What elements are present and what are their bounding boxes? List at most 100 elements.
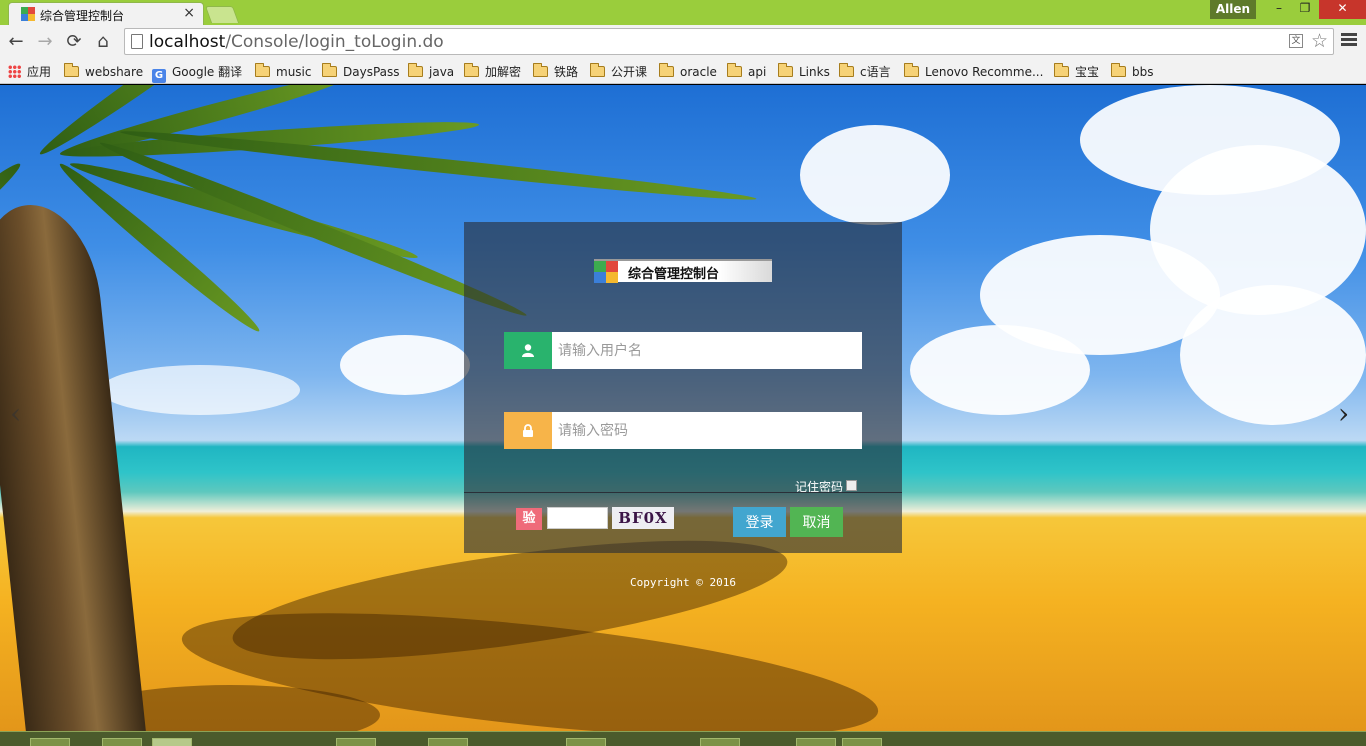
address-bar[interactable]: localhost/Console/login_toLogin.do 文 ☆ [124, 28, 1334, 55]
username-field [504, 332, 862, 369]
google-translate-icon: G [152, 69, 166, 83]
captcha-badge: 验 [516, 508, 542, 530]
bookmark-crypto[interactable]: 加解密 [464, 63, 521, 81]
bookmark-railway[interactable]: 铁路 [533, 63, 578, 81]
divider [464, 492, 902, 493]
bookmark-label: Lenovo Recomme... [925, 65, 1044, 79]
home-icon[interactable]: ⌂ [92, 31, 114, 53]
url-host: localhost [149, 32, 226, 52]
brand-title: 综合管理控制台 [628, 267, 720, 282]
browser-tab[interactable]: 综合管理控制台 × [8, 2, 204, 25]
bookmark-music[interactable]: music [255, 63, 311, 81]
folder-icon [533, 63, 548, 77]
taskbar-item[interactable] [336, 738, 376, 746]
close-window-button[interactable]: ✕ [1319, 0, 1366, 19]
bookmark-bbs[interactable]: bbs [1111, 63, 1154, 81]
bookmark-star-icon[interactable]: ☆ [1311, 30, 1328, 52]
bookmark-label: Links [799, 65, 830, 79]
bookmark-c-language[interactable]: c语言 [839, 63, 891, 81]
bookmark-label: 宝宝 [1075, 65, 1100, 79]
bookmark-api[interactable]: api [727, 63, 766, 81]
user-icon [504, 332, 552, 369]
bookmark-label: bbs [1132, 65, 1154, 79]
taskbar-item[interactable] [796, 738, 836, 746]
app-logo-icon [594, 261, 618, 283]
url-path: /Console/login_toLogin.do [225, 32, 444, 52]
bookmark-links[interactable]: Links [778, 63, 830, 81]
bookmark-label: music [276, 65, 312, 79]
app-logo-icon [21, 7, 35, 21]
carousel-prev-icon[interactable]: ‹ [10, 397, 21, 430]
browser-toolbar: ← → ⟳ ⌂ localhost/Console/login_toLogin.… [0, 25, 1366, 60]
bookmarks-bar: 应用 webshare G Google 翻译 music DaysPass ja… [0, 60, 1366, 84]
cancel-button[interactable]: 取消 [790, 507, 843, 537]
maximize-button[interactable]: ❐ [1292, 0, 1318, 19]
folder-icon [464, 63, 479, 77]
tab-close-icon[interactable]: × [183, 5, 195, 21]
password-field [504, 412, 862, 449]
bookmark-label: api [748, 65, 767, 79]
bookmark-webshare[interactable]: webshare [64, 63, 143, 81]
bookmark-label: c语言 [860, 65, 891, 79]
taskbar-item[interactable] [842, 738, 882, 746]
minimize-button[interactable]: – [1266, 0, 1292, 19]
folder-icon [1054, 63, 1069, 77]
bookmark-label: webshare [85, 65, 144, 79]
url-text[interactable]: localhost/Console/login_toLogin.do [149, 32, 444, 52]
taskbar-item[interactable] [566, 738, 606, 746]
login-button[interactable]: 登录 [733, 507, 786, 537]
bookmark-label: 铁路 [554, 65, 579, 79]
browser-titlebar: 综合管理控制台 × Allen – ❐ ✕ [0, 0, 1366, 25]
taskbar-item[interactable] [102, 738, 142, 746]
back-icon[interactable]: ← [5, 31, 27, 53]
taskbar-item[interactable] [428, 738, 468, 746]
remember-password-checkbox[interactable] [846, 480, 857, 491]
new-tab-button[interactable] [204, 6, 240, 23]
reload-icon[interactable]: ⟳ [63, 31, 85, 53]
password-input[interactable] [552, 412, 862, 449]
browser-menu-icon[interactable] [1341, 33, 1357, 47]
bookmark-dayspass[interactable]: DaysPass [322, 63, 400, 81]
page-icon [131, 34, 143, 49]
copyright-text: Copyright © 2016 [630, 576, 736, 589]
taskbar-item[interactable] [30, 738, 70, 746]
folder-icon [778, 63, 793, 77]
folder-icon [727, 63, 742, 77]
folder-icon [659, 63, 674, 77]
folder-icon [904, 63, 919, 77]
forward-icon[interactable]: → [34, 31, 56, 53]
folder-icon [322, 63, 337, 77]
login-panel: 综合管理控制台 记住密码 验 BF0X 登录 取消 [464, 222, 902, 553]
bookmark-apps[interactable]: 应用 [8, 63, 51, 81]
translate-icon[interactable]: 文 [1289, 34, 1303, 48]
carousel-next-icon[interactable]: › [1338, 397, 1349, 430]
folder-icon [255, 63, 270, 77]
bookmark-open-course[interactable]: 公开课 [590, 63, 647, 81]
captcha-input[interactable] [547, 507, 608, 529]
brand-header: 综合管理控制台 [594, 259, 772, 283]
bookmark-label: 加解密 [485, 65, 522, 79]
taskbar-item[interactable] [152, 738, 192, 746]
bookmark-google-translate[interactable]: G Google 翻译 [152, 63, 243, 83]
bookmark-label: 公开课 [611, 65, 648, 79]
bookmark-label: oracle [680, 65, 717, 79]
bookmark-baby[interactable]: 宝宝 [1054, 63, 1099, 81]
bookmark-java[interactable]: java [408, 63, 454, 81]
bookmark-lenovo[interactable]: Lenovo Recomme... [904, 63, 1043, 81]
login-page: ‹ › 综合管理控制台 记住密码 验 BF0X 登录 [0, 85, 1366, 731]
bookmark-oracle[interactable]: oracle [659, 63, 717, 81]
folder-icon [1111, 63, 1126, 77]
folder-icon [590, 63, 605, 77]
bookmark-label: Google 翻译 [172, 65, 243, 79]
bookmark-label: DaysPass [343, 65, 400, 79]
bookmark-label: java [429, 65, 455, 79]
bookmark-label: 应用 [27, 65, 52, 79]
folder-icon [64, 63, 79, 77]
folder-icon [408, 63, 423, 77]
taskbar-item[interactable] [700, 738, 740, 746]
folder-icon [839, 63, 854, 77]
username-input[interactable] [552, 332, 862, 369]
os-taskbar [0, 731, 1366, 746]
profile-button[interactable]: Allen [1210, 0, 1256, 19]
captcha-image[interactable]: BF0X [612, 507, 674, 529]
